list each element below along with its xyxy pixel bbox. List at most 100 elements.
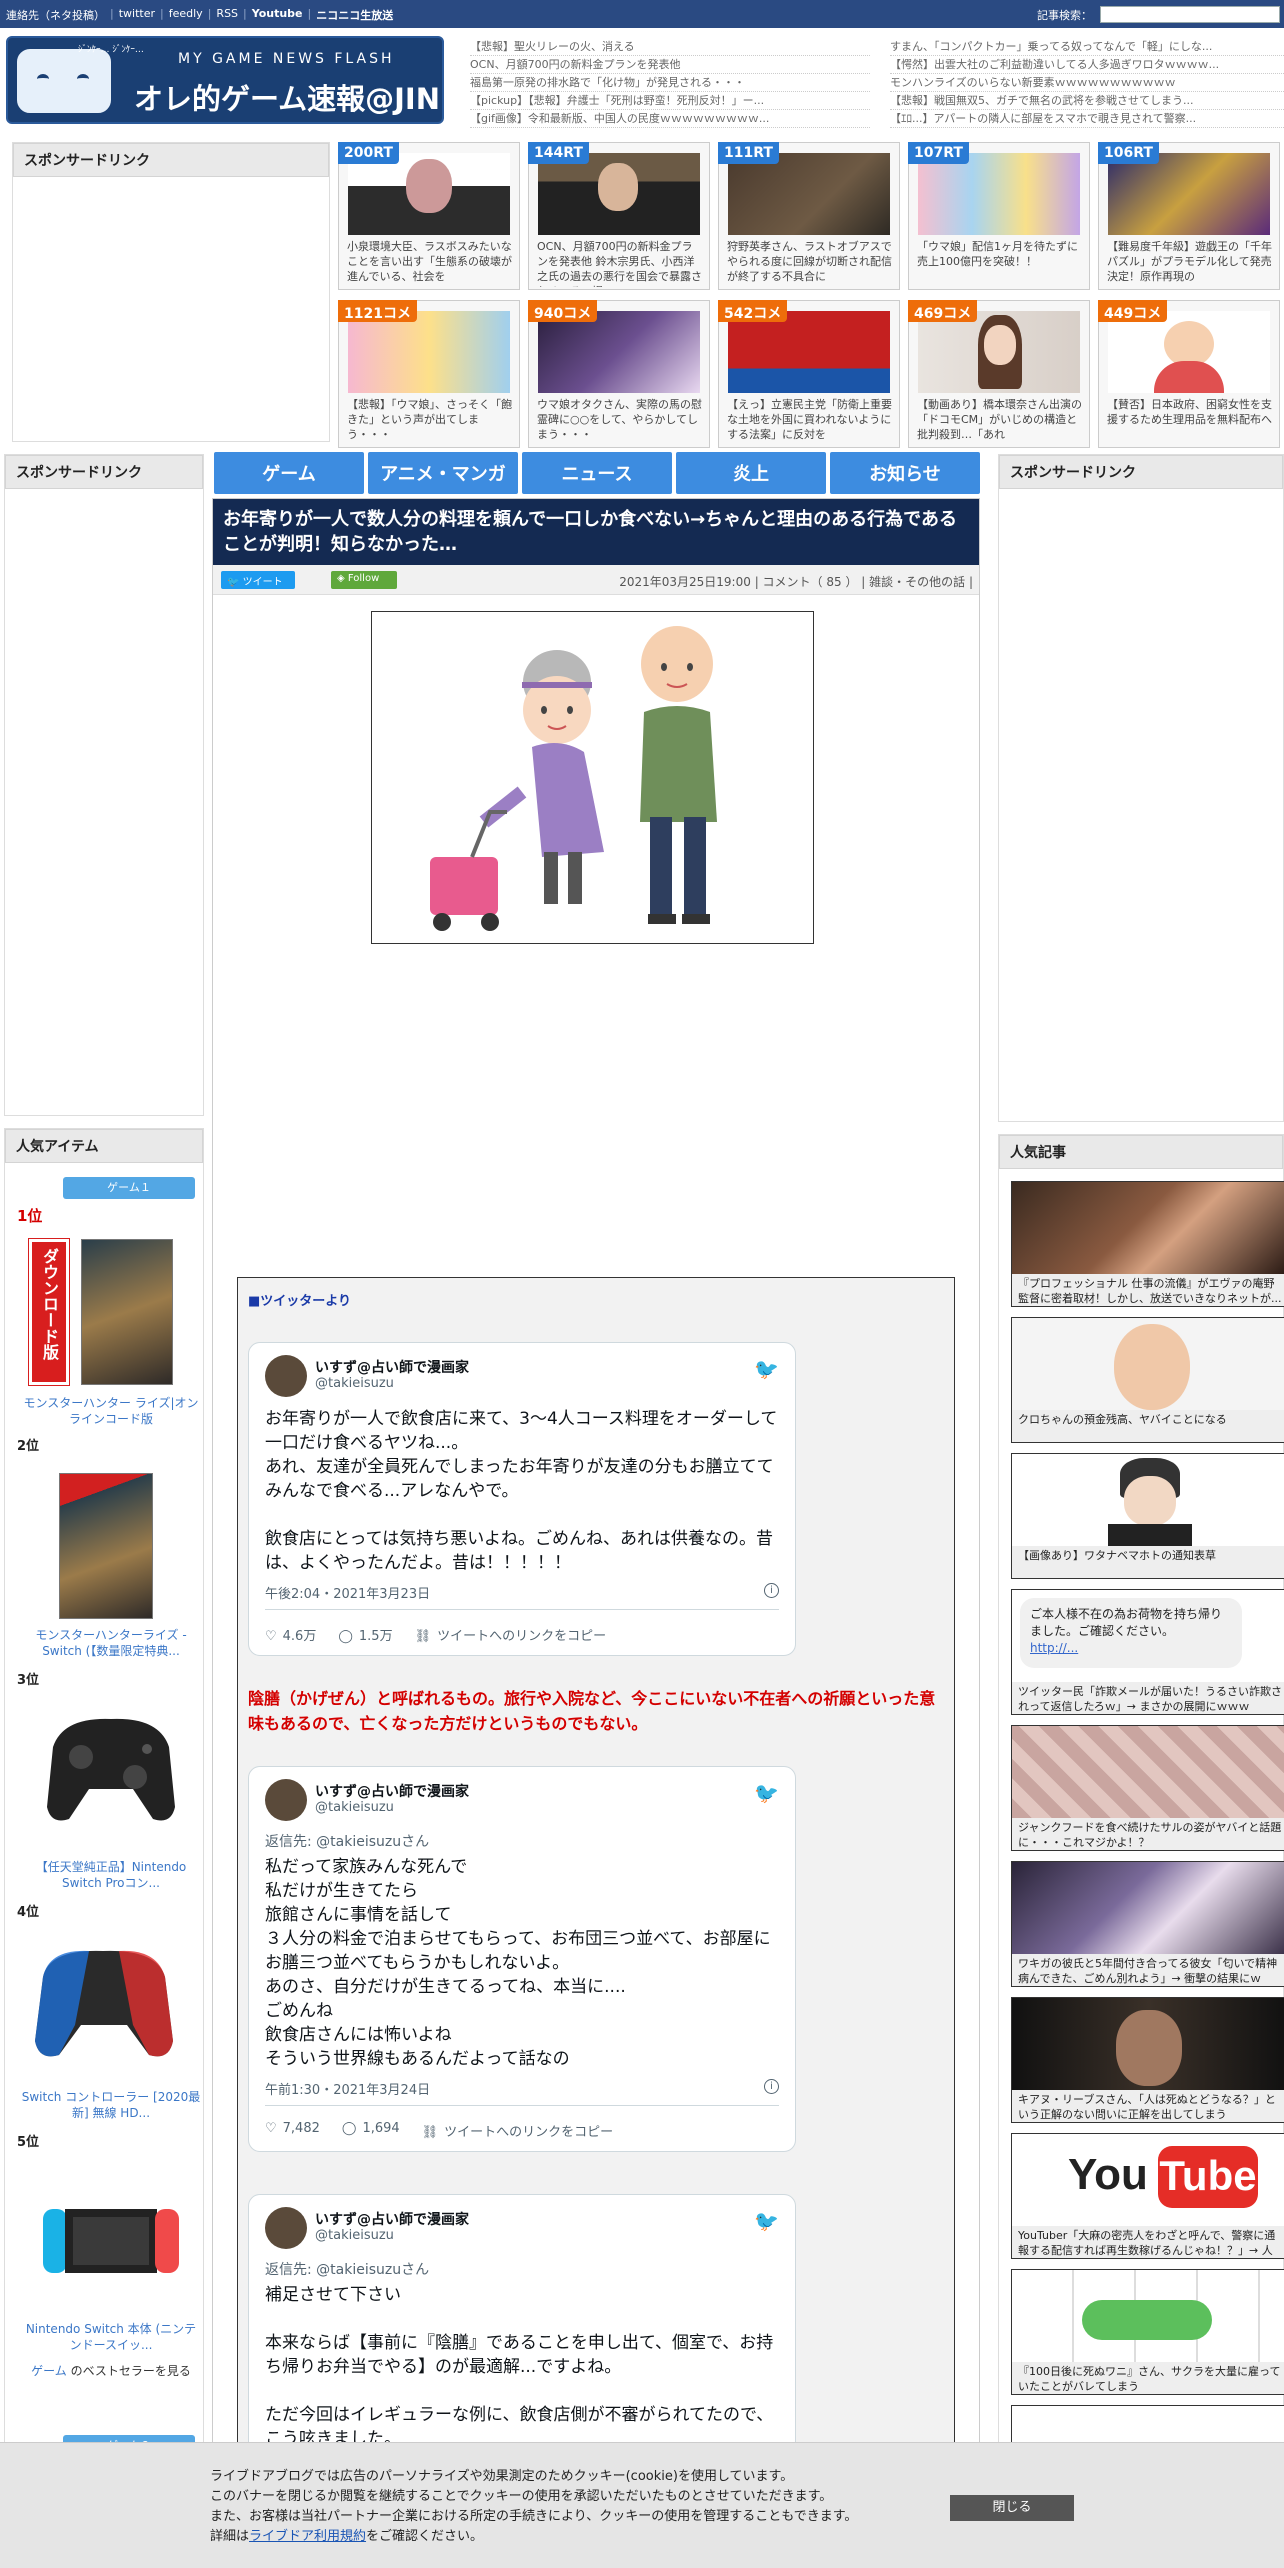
popular-article[interactable]: ワキガの彼氏と5年間付き合ってる彼女「匂いで精神病んできた、ごめん別れよう」→ …: [1011, 1861, 1284, 1987]
embedded-tweet[interactable]: いすず@占い師で漫画家 @takieisuzu 🐦 返信先: @takieisu…: [248, 1766, 796, 2152]
popular-article[interactable]: ご本人様不在の為お荷物を持ち帰りました。ご確認ください。 http://... …: [1011, 1589, 1284, 1715]
embedded-tweet[interactable]: いすず@占い師で漫画家 @takieisuzu 🐦 お年寄りが一人で飲食店に来て…: [248, 1342, 796, 1656]
niconico-link[interactable]: ニコニコ生放送: [316, 7, 393, 23]
contact-link[interactable]: 連絡先（ネタ投稿）: [6, 7, 105, 23]
tweet-timestamp[interactable]: 午後2:04・2021年3月23日: [265, 1583, 430, 1602]
product-link[interactable]: モンスターハンターライズ -Switch (【数量限定特典...: [21, 1627, 201, 1659]
nav-tab-notice[interactable]: お知らせ: [830, 452, 980, 494]
popular-article[interactable]: 『プロフェッショナル 仕事の流儀』がエヴァの庵野監督に密着取材！しかし、放送でい…: [1011, 1181, 1284, 1307]
twitter-bird-icon[interactable]: 🐦: [754, 2209, 779, 2233]
tweet-author-name[interactable]: いすず@占い師で漫画家: [315, 1781, 469, 1801]
ranking-card[interactable]: 111RT 狩野英孝さん、ラストオブアスでやられる度に回線が切断され配信が終了す…: [718, 142, 900, 290]
reply-count: 1.5万: [358, 1629, 393, 1644]
headline-link[interactable]: 【pickup】【悲報】弁護士「死刑は野蛮！死刑反対！」ー...: [470, 92, 870, 110]
tweet-divider: [265, 1609, 779, 1610]
feedly-link[interactable]: feedly: [169, 7, 203, 23]
ranking-card[interactable]: 144RT OCN、月額700円の新料金プランを発表他 鈴木宗男氏、小西洋之氏の…: [528, 142, 710, 290]
tweet-author-handle[interactable]: @takieisuzu: [315, 1376, 394, 1391]
headline-link[interactable]: OCN、月額700円の新料金プランを発表他: [470, 56, 870, 74]
headline-link[interactable]: 【悲報】聖火リレーの火、消える: [470, 38, 870, 56]
avatar[interactable]: [265, 2207, 307, 2249]
rss-link[interactable]: RSS: [216, 7, 238, 23]
bestseller-link[interactable]: ゲーム: [31, 2364, 67, 2378]
nav-tab-news[interactable]: ニュース: [522, 452, 672, 494]
product-image[interactable]: [29, 1937, 179, 2067]
card-thumbnail: [538, 311, 700, 393]
product-link[interactable]: 【任天堂純正品】Nintendo Switch Proコン...: [21, 1859, 201, 1891]
terms-link[interactable]: ライブドア利用規約: [249, 2529, 366, 2544]
reply-action[interactable]: ◯ 1,694: [342, 2121, 400, 2140]
tweet-author-handle[interactable]: @takieisuzu: [315, 2228, 394, 2243]
rank-label: 5位: [17, 2135, 40, 2150]
popular-article[interactable]: ジャンクフードを食べ続けたサルの姿がヤバイと話題に・・・これマジかよ！？: [1011, 1725, 1284, 1851]
headline-link[interactable]: 【悲報】戦国無双5、ガチで無名の武将を参戦させてしまう...: [890, 92, 1284, 110]
like-action[interactable]: ♡ 7,482: [265, 2121, 320, 2140]
ranking-card[interactable]: 940コメ ウマ娘オタクさん、実際の馬の慰霊碑に○○をして、やらかしてしまう・・…: [528, 300, 710, 448]
copy-link-action[interactable]: ⛓ ツイートへのリンクをコピー: [415, 1625, 607, 1644]
popular-article[interactable]: キアヌ・リーブスさん、「人は死ぬとどうなる？」という正解のない問いに正解を出して…: [1011, 1997, 1284, 2123]
ranking-card[interactable]: 200RT 小泉環境大臣、ラスボスみたいなことを言い出す「生態系の破壊が進んでい…: [338, 142, 520, 290]
article-thumbnail: [1012, 1182, 1284, 1274]
avatar[interactable]: [265, 1779, 307, 1821]
headline-link[interactable]: 【愕然】出雲大社のご利益勘違いしてる人多過ぎワロタｗｗｗｗ...: [890, 56, 1284, 74]
close-cookie-button[interactable]: 閉じる: [950, 2495, 1074, 2521]
follow-button[interactable]: ◈ Follow: [331, 571, 397, 589]
tweet-author-handle[interactable]: @takieisuzu: [315, 1800, 394, 1815]
reply-to-label[interactable]: 返信先: @takieisuzuさん: [265, 2259, 429, 2279]
product-link[interactable]: Switch コントローラー [2020最新] 無線 HD...: [21, 2089, 201, 2121]
twitter-bird-icon[interactable]: 🐦: [754, 1781, 779, 1805]
product-image[interactable]: [43, 1707, 179, 1827]
avatar[interactable]: [265, 1355, 307, 1397]
product-link[interactable]: Nintendo Switch 本体 (ニンテンドースイッ...: [21, 2321, 201, 2353]
tweet-button[interactable]: 🐦 ツイート: [221, 571, 295, 589]
product-image[interactable]: [81, 1239, 173, 1385]
headline-link[interactable]: モンハンライズのいらない新要素ｗｗｗｗｗｗｗｗｗｗｗ: [890, 74, 1284, 92]
popular-article[interactable]: You Tube YouTuber「大麻の密売人をわざと呼んで、警察に通報する配…: [1011, 2133, 1284, 2259]
comments-link[interactable]: コメント（ 85 ）: [763, 575, 858, 589]
game1-button[interactable]: ゲーム１: [63, 1177, 195, 1199]
popular-article[interactable]: 『100日後に死ぬワニ』さん、サクラを大量に雇っていたことがバレてしまう: [1011, 2269, 1284, 2395]
headline-link[interactable]: 【ｴﾛ...】アパートの隣人に部屋をスマホで覗き見されて警察...: [890, 110, 1284, 128]
ranking-card[interactable]: 469コメ 【動画あり】橋本環奈さん出演の「ドコモCM」がいじめの構造と批判殺到…: [908, 300, 1090, 448]
popular-article-title: クロちゃんの預金残高、ヤバイことになる: [1018, 1413, 1227, 1426]
heart-icon: ♡: [265, 2121, 277, 2136]
category-link[interactable]: 雑談・その他の話: [869, 575, 965, 589]
product-image[interactable]: ダウンロード版: [28, 1238, 70, 1386]
tweet-author-name[interactable]: いすず@占い師で漫画家: [315, 2209, 469, 2229]
cookie-message: ライブドアブログでは広告のパーソナライズや効果測定のためクッキー(cookie)…: [210, 2469, 858, 2524]
nav-tab-enjou[interactable]: 炎上: [676, 452, 826, 494]
ranking-card[interactable]: 107RT 「ウマ娘」配信1ヶ月を待たずに売上100億円を突破！！: [908, 142, 1090, 290]
nav-tab-game[interactable]: ゲーム: [214, 452, 364, 494]
info-icon[interactable]: i: [764, 1583, 779, 1598]
popular-article[interactable]: 【画像あり】ワタナベマホトの通知表草: [1011, 1453, 1284, 1579]
site-logo[interactable]: ｼﾞﾝｹｰ… ｼﾞﾝｹｰ… MY GAME NEWS FLASH オレ的ゲーム速…: [6, 36, 444, 124]
rank-label: 1位: [17, 1207, 43, 1225]
search-input[interactable]: [1100, 6, 1280, 23]
items-heading: 人気アイテム: [5, 1129, 203, 1163]
info-icon[interactable]: i: [764, 2079, 779, 2094]
twitter-link[interactable]: twitter: [119, 7, 155, 23]
article-note: 陰膳（かげぜん）と呼ばれるもの。旅行や入院など、今ここにいない不在者への祈願とい…: [248, 1689, 936, 1733]
copy-link-action[interactable]: ⛓ ツイートへのリンクをコピー: [422, 2121, 614, 2140]
ranking-card[interactable]: 449コメ 【賛否】日本政府、困窮女性を支援するため生理用品を無料配布へ: [1098, 300, 1280, 448]
article-thumbnail: [1012, 1318, 1284, 1410]
twitter-bird-icon[interactable]: 🐦: [754, 1357, 779, 1381]
popular-article[interactable]: クロちゃんの預金残高、ヤバイことになる: [1011, 1317, 1284, 1443]
reply-to-label[interactable]: 返信先: @takieisuzuさん: [265, 1831, 429, 1851]
like-action[interactable]: ♡ 4.6万: [265, 1625, 316, 1644]
product-image[interactable]: [43, 2189, 179, 2289]
tweet-timestamp[interactable]: 午前1:30・2021年3月24日: [265, 2079, 430, 2098]
youtube-link[interactable]: Youtube: [252, 7, 303, 23]
headline-link[interactable]: 福島第一原発の排水路で「化け物」が発見される・・・: [470, 74, 870, 92]
ranking-card[interactable]: 106RT 【難易度千年級】遊戯王の「千年パズル」がプラモデル化して発売決定！原…: [1098, 142, 1280, 290]
headline-link[interactable]: 【gif画像】令和最新版、中国人の民度ｗｗｗｗｗｗｗｗｗ...: [470, 110, 870, 128]
tweet-author-name[interactable]: いすず@占い師で漫画家: [315, 1357, 469, 1377]
product-image[interactable]: [59, 1473, 153, 1619]
reply-action[interactable]: ◯ 1.5万: [338, 1625, 392, 1644]
ranking-card[interactable]: 542コメ 【えっ】立憲民主党「防衛上重要な土地を外国に買われないようにする法案…: [718, 300, 900, 448]
headline-link[interactable]: すまん、「コンパクトカー」乗ってる奴ってなんで「軽」にしな...: [890, 38, 1284, 56]
article-meta: 2021年03月25日19:00 | コメント（ 85 ） | 雑談・その他の話…: [619, 575, 973, 589]
nav-tab-anime-manga[interactable]: アニメ・マンガ: [368, 452, 518, 494]
ranking-card[interactable]: 1121コメ 【悲報】「ウマ娘」、さっそく「飽きた」という声が出てしまう・・・: [338, 300, 520, 448]
product-link[interactable]: モンスターハンター ライズ|オンラインコード版: [21, 1395, 201, 1427]
